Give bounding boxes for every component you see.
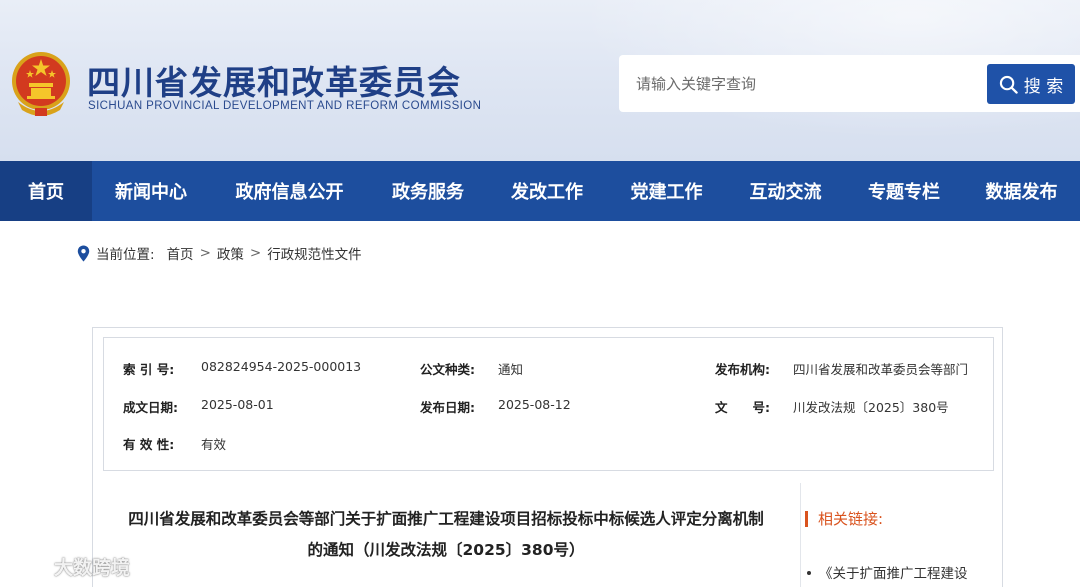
related-links-heading: 相关链接: bbox=[805, 508, 883, 529]
nav-item-gov-info[interactable]: 政府信息公开 bbox=[210, 161, 369, 221]
created-date-value: 2025-08-01 bbox=[201, 397, 274, 412]
related-links-heading-text: 相关链接: bbox=[818, 510, 884, 528]
related-link-item[interactable]: 《关于扩面推广工程建设 bbox=[805, 562, 968, 582]
nav-item-topics[interactable]: 专题专栏 bbox=[845, 161, 963, 221]
breadcrumb-item-policy[interactable]: 政策 bbox=[217, 243, 244, 263]
site-header: 四川省发展和改革委员会 SICHUAN PROVINCIAL DEVELOPME… bbox=[0, 0, 1080, 161]
document-frame: 索 引 号: 082824954-2025-000013 公文种类: 通知 发布… bbox=[92, 327, 1003, 587]
nav-item-news[interactable]: 新闻中心 bbox=[92, 161, 210, 221]
created-date-label: 成文日期: bbox=[123, 400, 178, 415]
site-subtitle: SICHUAN PROVINCIAL DEVELOPMENT AND REFOR… bbox=[88, 100, 482, 112]
bullet-icon bbox=[807, 571, 811, 575]
watermark-text: 大数跨境 bbox=[54, 557, 131, 579]
breadcrumb-separator: > bbox=[249, 245, 262, 261]
related-link-text: 《关于扩面推广工程建设 bbox=[819, 566, 968, 582]
column-divider bbox=[800, 483, 801, 587]
validity-value: 有效 bbox=[201, 437, 227, 452]
nav-item-reform-work[interactable]: 发改工作 bbox=[487, 161, 607, 221]
published-date-value: 2025-08-12 bbox=[498, 397, 571, 412]
doc-category-label: 公文种类: bbox=[420, 362, 475, 377]
nav-item-services[interactable]: 政务服务 bbox=[369, 161, 487, 221]
published-date-label: 发布日期: bbox=[420, 400, 475, 415]
search-input[interactable] bbox=[636, 73, 976, 95]
main-nav: 首页 新闻中心 政府信息公开 政务服务 发改工作 党建工作 互动交流 专题专栏 … bbox=[0, 161, 1080, 221]
publisher-value: 四川省发展和改革委员会等部门 bbox=[793, 362, 969, 377]
breadcrumb-prefix: 当前位置: bbox=[96, 247, 155, 263]
nav-item-interaction[interactable]: 互动交流 bbox=[726, 161, 845, 221]
breadcrumb-item-normative-docs[interactable]: 行政规范性文件 bbox=[267, 243, 362, 263]
document-title-line2: 的通知（川发改法规〔2025〕380号） bbox=[307, 541, 585, 559]
doc-category-value: 通知 bbox=[498, 362, 524, 377]
breadcrumb-item-home[interactable]: 首页 bbox=[167, 243, 194, 263]
nav-item-home[interactable]: 首页 bbox=[0, 161, 92, 221]
index-number-value: 082824954-2025-000013 bbox=[201, 359, 362, 374]
search-button-label: 搜 索 bbox=[1023, 76, 1064, 97]
location-pin-icon bbox=[77, 245, 90, 261]
search-button[interactable]: 搜 索 bbox=[987, 64, 1075, 104]
doc-number-value: 川发改法规〔2025〕380号 bbox=[793, 400, 949, 415]
watermark: 大数跨境 bbox=[8, 553, 130, 580]
document-metadata-table: 索 引 号: 082824954-2025-000013 公文种类: 通知 发布… bbox=[103, 337, 994, 471]
document-title-line1: 四川省发展和改革委员会等部门关于扩面推广工程建设项目招标投标中标候选人评定分离机… bbox=[128, 510, 764, 528]
index-number-label: 索 引 号: bbox=[123, 362, 175, 377]
nav-item-data[interactable]: 数据发布 bbox=[963, 161, 1080, 221]
national-emblem-icon bbox=[12, 52, 70, 116]
watermark-logo-icon bbox=[10, 558, 44, 576]
document-title: 四川省发展和改革委员会等部门关于扩面推广工程建设项目招标投标中标候选人评定分离机… bbox=[104, 504, 788, 566]
site-title[interactable]: 四川省发展和改革委员会 bbox=[87, 56, 461, 104]
search-icon bbox=[999, 75, 1018, 94]
publisher-label: 发布机构: bbox=[715, 362, 770, 377]
doc-number-label: 文 号: bbox=[715, 400, 770, 415]
validity-label: 有 效 性: bbox=[123, 437, 175, 452]
heading-accent-bar bbox=[805, 510, 808, 527]
breadcrumb: 当前位置: 首页 > 政策 > 行政规范性文件 bbox=[77, 243, 362, 263]
nav-item-party-work[interactable]: 党建工作 bbox=[607, 161, 726, 221]
search-box: 搜 索 bbox=[619, 55, 1080, 112]
breadcrumb-separator: > bbox=[199, 245, 211, 261]
